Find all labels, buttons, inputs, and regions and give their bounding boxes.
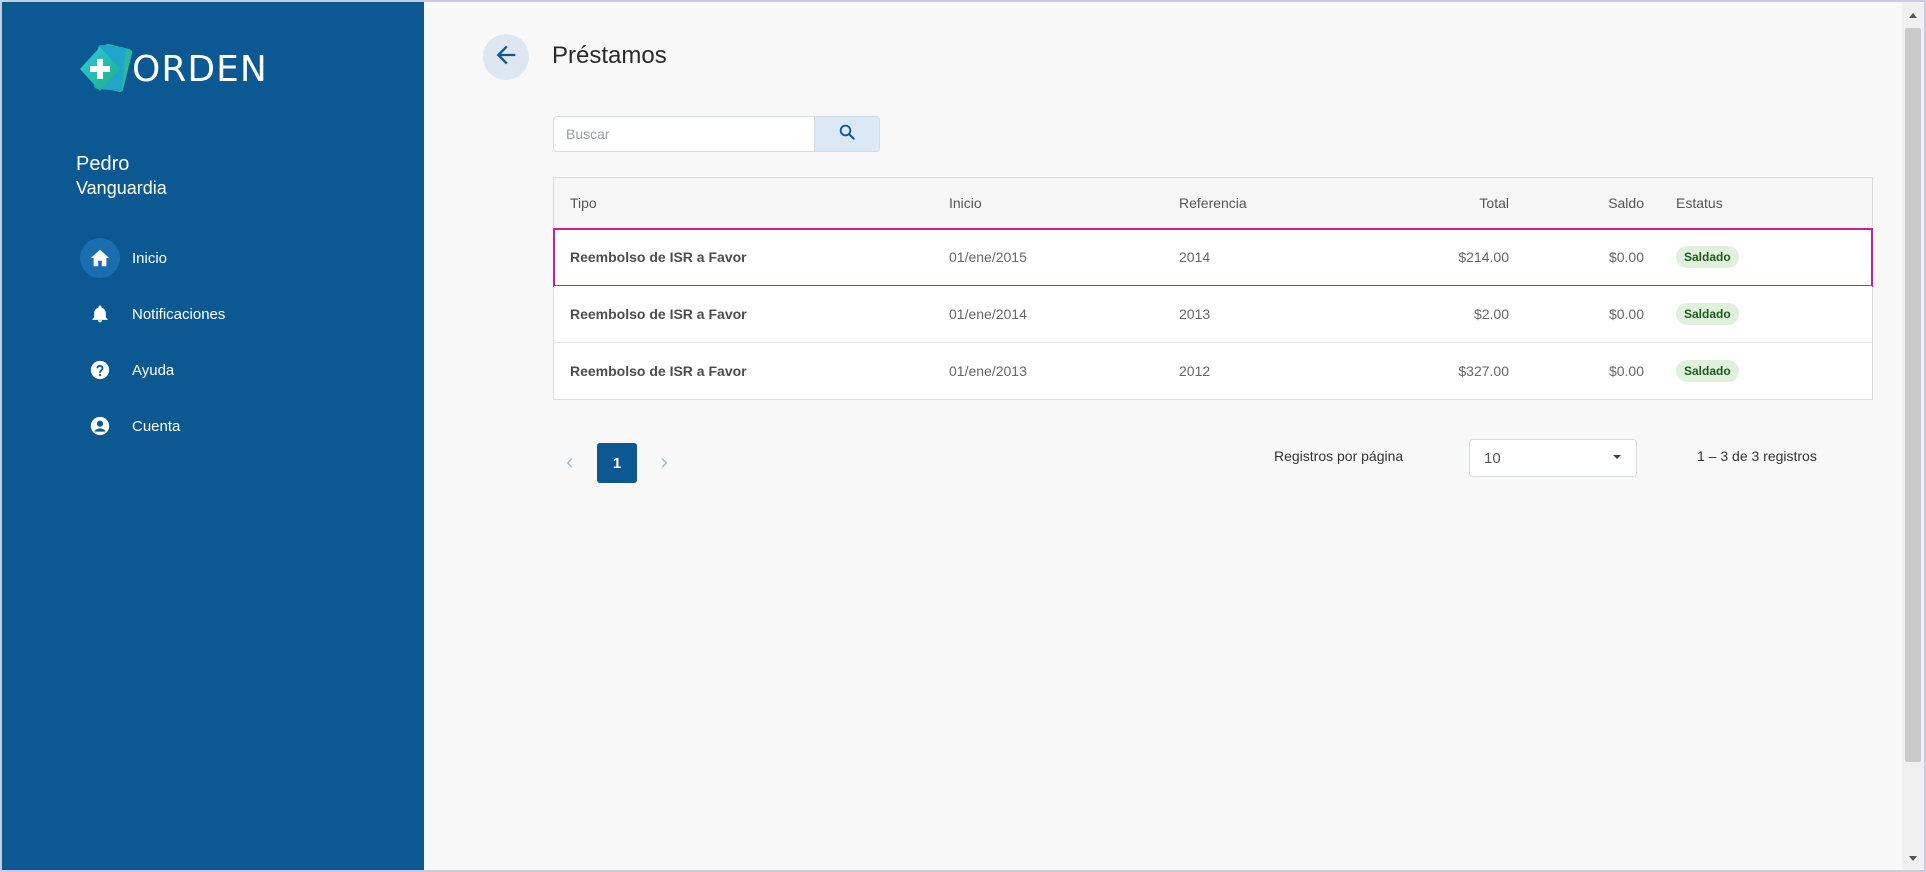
column-header-total[interactable]: Total: [1349, 195, 1509, 211]
scroll-down-icon[interactable]: [1902, 850, 1924, 868]
arrow-left-icon: [492, 41, 520, 74]
chevron-right-icon: [661, 458, 668, 468]
page-title: Préstamos: [552, 42, 667, 69]
search-box: [553, 116, 880, 152]
cell-tipo: Reembolso de ISR a Favor: [570, 363, 747, 379]
table-row[interactable]: Reembolso de ISR a Favor 01/ene/2014 201…: [554, 286, 1872, 343]
sidebar-nav: Inicio Notificaciones Ayuda Cuenta: [80, 238, 225, 462]
rows-per-page-label: Registros por página: [1274, 448, 1404, 464]
sidebar-item-cuenta[interactable]: Cuenta: [80, 406, 225, 446]
cell-referencia: 2014: [1179, 249, 1211, 265]
cell-inicio: 01/ene/2014: [949, 306, 1027, 322]
column-header-inicio[interactable]: Inicio: [949, 195, 1179, 211]
user-last-name: Vanguardia: [76, 178, 167, 198]
cell-estatus: Saldado: [1644, 360, 1824, 382]
brand-logo[interactable]: ORDEN: [76, 42, 268, 96]
cell-estatus: Saldado: [1644, 303, 1824, 325]
cell-saldo: $0.00: [1608, 306, 1644, 322]
search-button[interactable]: [814, 117, 879, 151]
table-row[interactable]: Reembolso de ISR a Favor 01/ene/2015 201…: [553, 228, 1873, 287]
sidebar-item-label: Notificaciones: [132, 305, 226, 323]
cell-tipo: Reembolso de ISR a Favor: [570, 306, 747, 322]
bell-icon: [80, 294, 120, 334]
pagination: 1: [557, 443, 677, 483]
chevron-left-icon: [566, 458, 573, 468]
status-badge: Saldado: [1676, 360, 1739, 382]
column-header-saldo[interactable]: Saldo: [1509, 195, 1644, 211]
column-header-referencia[interactable]: Referencia: [1179, 195, 1349, 211]
app-window: ORDEN Pedro Vanguardia Inicio Notificaci…: [0, 0, 1926, 872]
cell-tipo: Reembolso de ISR a Favor: [570, 249, 747, 265]
sidebar-item-label: Ayuda: [132, 361, 175, 379]
user-first-name: Pedro: [76, 153, 130, 175]
column-header-tipo[interactable]: Tipo: [554, 195, 949, 211]
column-header-estatus[interactable]: Estatus: [1644, 195, 1824, 211]
cell-inicio: 01/ene/2013: [949, 363, 1027, 379]
brand-name: ORDEN: [132, 48, 268, 90]
sidebar-item-label: Inicio: [132, 249, 168, 267]
cell-total: $214.00: [1458, 249, 1509, 265]
cell-total: $2.00: [1473, 306, 1509, 322]
sidebar-item-label: Cuenta: [132, 417, 181, 435]
sidebar-item-notificaciones[interactable]: Notificaciones: [80, 294, 225, 334]
sidebar-item-inicio[interactable]: Inicio: [80, 238, 225, 278]
table-row[interactable]: Reembolso de ISR a Favor 01/ene/2013 201…: [554, 343, 1872, 399]
vertical-scrollbar[interactable]: [1902, 2, 1924, 870]
back-button[interactable]: [483, 34, 529, 80]
search-icon: [838, 123, 856, 146]
search-input[interactable]: [554, 117, 814, 151]
scroll-up-icon[interactable]: [1902, 6, 1924, 24]
sidebar-item-ayuda[interactable]: Ayuda: [80, 350, 225, 390]
account-icon: [80, 406, 120, 446]
cell-total: $327.00: [1458, 363, 1509, 379]
logo-mark-icon: [76, 42, 133, 96]
table-header: Tipo Inicio Referencia Total Saldo Estat…: [554, 178, 1872, 229]
home-icon: [80, 238, 120, 278]
prev-page-button[interactable]: [557, 450, 583, 476]
help-icon: [80, 350, 120, 390]
cell-referencia: 2013: [1179, 306, 1211, 322]
status-badge: Saldado: [1676, 303, 1739, 325]
rows-per-page-value: 10: [1484, 449, 1501, 467]
sidebar: ORDEN Pedro Vanguardia Inicio Notificaci…: [2, 2, 424, 870]
cell-referencia: 2012: [1179, 363, 1211, 379]
loans-table: Tipo Inicio Referencia Total Saldo Estat…: [553, 177, 1873, 400]
cell-inicio: 01/ene/2015: [949, 249, 1027, 265]
caret-down-icon: [1612, 449, 1622, 467]
next-page-button[interactable]: [651, 450, 677, 476]
cell-saldo: $0.00: [1608, 363, 1644, 379]
rows-per-page-select[interactable]: 10: [1469, 439, 1637, 477]
records-range: 1 – 3 de 3 registros: [1697, 448, 1817, 464]
status-badge: Saldado: [1676, 246, 1739, 268]
scroll-thumb[interactable]: [1905, 28, 1921, 762]
cell-estatus: Saldado: [1644, 246, 1824, 268]
page-number-button[interactable]: 1: [597, 443, 637, 483]
cell-saldo: $0.00: [1608, 249, 1644, 265]
